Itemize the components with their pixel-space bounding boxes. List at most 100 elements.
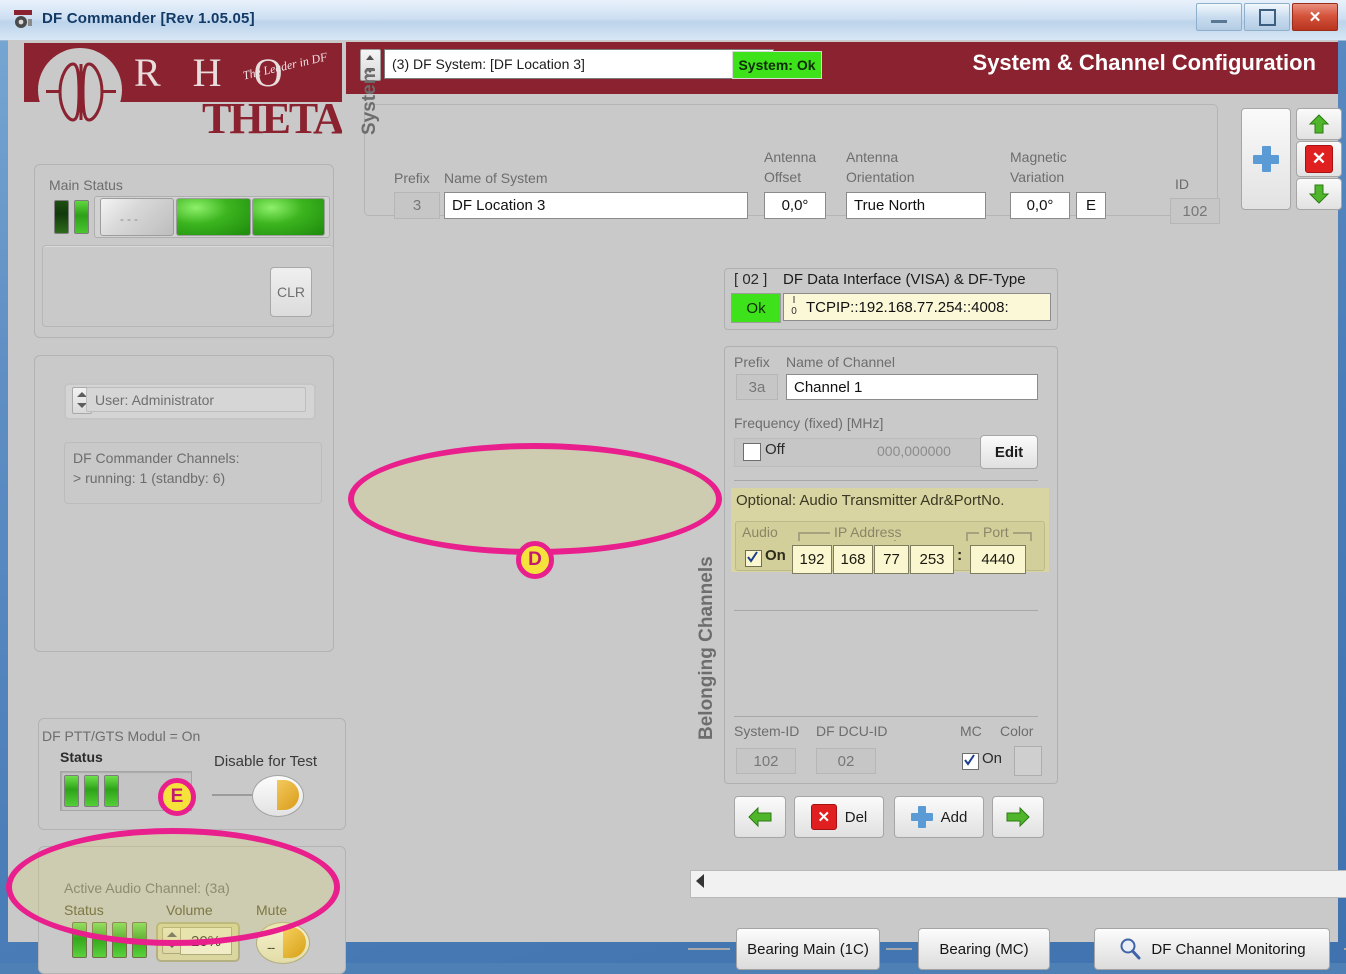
ip-octet-2[interactable]: 168 <box>833 545 873 574</box>
arrow-up-icon <box>1308 114 1330 134</box>
horizontal-scrollbar[interactable] <box>690 870 1346 898</box>
antenna-orientation-input[interactable]: True North <box>846 192 986 219</box>
system-id-value: 102 <box>1170 198 1220 224</box>
ptt-connector-line <box>212 794 252 796</box>
magnetic-variation-label-line1: Magnetic <box>1010 149 1067 165</box>
scroll-left-arrow-icon[interactable] <box>696 874 704 888</box>
bearing-main-button[interactable]: Bearing Main (1C) <box>736 928 880 970</box>
system-selector-field[interactable]: (3) DF System: [DF Location 3] <box>384 49 774 79</box>
logo-theta-text: THETA <box>202 94 342 138</box>
add-system-button[interactable] <box>1241 108 1291 210</box>
dcu-id-label: DF DCU-ID <box>816 723 888 739</box>
color-swatch[interactable] <box>1014 746 1042 776</box>
logo-petals-icon <box>46 62 116 122</box>
magnetic-variation-label-line2: Variation <box>1010 169 1065 185</box>
visa-fraction-icon: I0 <box>791 295 797 317</box>
channel-name-input[interactable]: Channel 1 <box>786 374 1038 400</box>
visa-address-input[interactable]: TCPIP::192.168.77.254::4008: <box>783 293 1051 321</box>
ip-octet-1[interactable]: 192 <box>792 545 832 574</box>
close-button[interactable]: ✕ <box>1292 3 1338 31</box>
system-id-row-label: System-ID <box>734 723 800 739</box>
channel-system-id-value: 102 <box>736 748 796 774</box>
delete-system-button[interactable]: ✕ <box>1296 141 1342 177</box>
maximize-button[interactable] <box>1244 3 1290 31</box>
checkmark-icon <box>964 754 975 766</box>
channel-prefix-value: 3a <box>736 374 778 400</box>
status-segment-3 <box>252 198 325 236</box>
magnifier-icon <box>1120 938 1141 960</box>
antenna-offset-input[interactable]: 0,0° <box>764 192 826 219</box>
system-prefix-value: 3 <box>394 192 440 219</box>
magnetic-variation-input[interactable]: 0,0° <box>1010 192 1070 219</box>
delete-channel-button[interactable]: ✕ Del <box>794 796 884 838</box>
arrow-left-icon <box>748 806 772 828</box>
color-label: Color <box>1000 723 1034 739</box>
df-channel-monitoring-label: DF Channel Monitoring <box>1151 940 1306 958</box>
previous-channel-button[interactable] <box>734 796 786 838</box>
rho-theta-logo: R H O The Leader in DF THETA <box>24 43 342 138</box>
next-channel-button[interactable] <box>992 796 1044 838</box>
window-title: DF Commander [Rev 1.05.05] <box>42 10 255 27</box>
magnetic-variation-direction[interactable]: E <box>1076 192 1106 219</box>
annotation-marker-e: E <box>158 778 196 816</box>
checkmark-icon <box>747 551 758 563</box>
mc-label: MC <box>960 723 982 739</box>
main-status-label: Main Status <box>49 177 123 193</box>
frequency-edit-button[interactable]: Edit <box>980 435 1038 469</box>
ptt-status-label: Status <box>60 749 103 765</box>
status-segment-1-text: --- <box>120 212 141 226</box>
ip-address-label: IP Address <box>830 524 906 540</box>
ip-octet-3[interactable]: 77 <box>874 545 909 574</box>
antenna-orientation-label-line2: Orientation <box>846 169 915 185</box>
belonging-channels-vertical-label: Belonging Channels <box>696 556 717 740</box>
minimize-button[interactable] <box>1196 3 1242 31</box>
header-underline <box>346 87 1338 94</box>
df-channel-monitoring-button[interactable]: DF Channel Monitoring <box>1094 928 1330 970</box>
window-controls: ✕ <box>1196 3 1338 31</box>
frequency-toggle-label: Off <box>765 441 785 458</box>
channel-dcu-id-value: 02 <box>816 748 876 774</box>
commander-channels-line2: > running: 1 (standby: 6) <box>73 470 226 486</box>
frequency-checkbox[interactable] <box>743 443 761 461</box>
visa-title-label: DF Data Interface (VISA) & DF-Type <box>783 271 1026 288</box>
audio-on-checkbox[interactable] <box>745 550 762 567</box>
system-name-input[interactable]: DF Location 3 <box>444 192 748 219</box>
mute-dash-label: -- <box>267 939 275 955</box>
bearing-mc-button[interactable]: Bearing (MC) <box>918 928 1050 970</box>
status-led-2 <box>74 200 89 234</box>
ptt-bar-3 <box>104 775 119 807</box>
ptt-disable-label: Disable for Test <box>214 753 318 770</box>
frequency-value: 000,000000 <box>877 443 951 459</box>
highlight-ellipse-d <box>348 443 722 555</box>
channel-prefix-label: Prefix <box>734 354 770 370</box>
mc-checkbox[interactable] <box>962 753 979 770</box>
channel-name-label: Name of Channel <box>786 354 895 370</box>
audio-sublabel: Audio <box>742 524 778 540</box>
mc-on-label: On <box>982 750 1003 767</box>
audio-transmitter-title: Optional: Audio Transmitter Adr&PortNo. <box>736 492 1005 509</box>
move-up-button[interactable] <box>1296 108 1342 140</box>
clear-button[interactable]: CLR <box>270 267 312 317</box>
ip-port-colon: : <box>957 547 963 564</box>
port-label: Port <box>979 524 1013 540</box>
port-input[interactable]: 4440 <box>970 545 1026 574</box>
commander-channels-line1: DF Commander Channels: <box>73 450 240 466</box>
ip-octet-4[interactable]: 253 <box>910 545 954 574</box>
add-channel-button[interactable]: Add <box>894 796 984 838</box>
user-field[interactable]: User: Administrator <box>86 387 306 412</box>
system-status-badge: System: Ok <box>732 51 822 79</box>
system-prefix-label: Prefix <box>394 170 430 186</box>
system-name-label: Name of System <box>444 170 548 186</box>
visa-status-badge: Ok <box>731 293 781 323</box>
app-icon <box>14 10 32 28</box>
antenna-offset-label-line1: Antenna <box>764 149 817 165</box>
ptt-bar-2 <box>84 775 99 807</box>
ptt-disable-toggle[interactable] <box>252 775 304 817</box>
window-titlebar: DF Commander [Rev 1.05.05] ✕ <box>0 0 1346 41</box>
arrow-down-icon <box>1308 184 1330 204</box>
move-down-button[interactable] <box>1296 178 1342 210</box>
delete-channel-label: Del <box>844 808 868 826</box>
close-x-icon: ✕ <box>810 804 837 830</box>
status-led-1 <box>54 200 69 234</box>
ptt-bar-1 <box>64 775 79 807</box>
